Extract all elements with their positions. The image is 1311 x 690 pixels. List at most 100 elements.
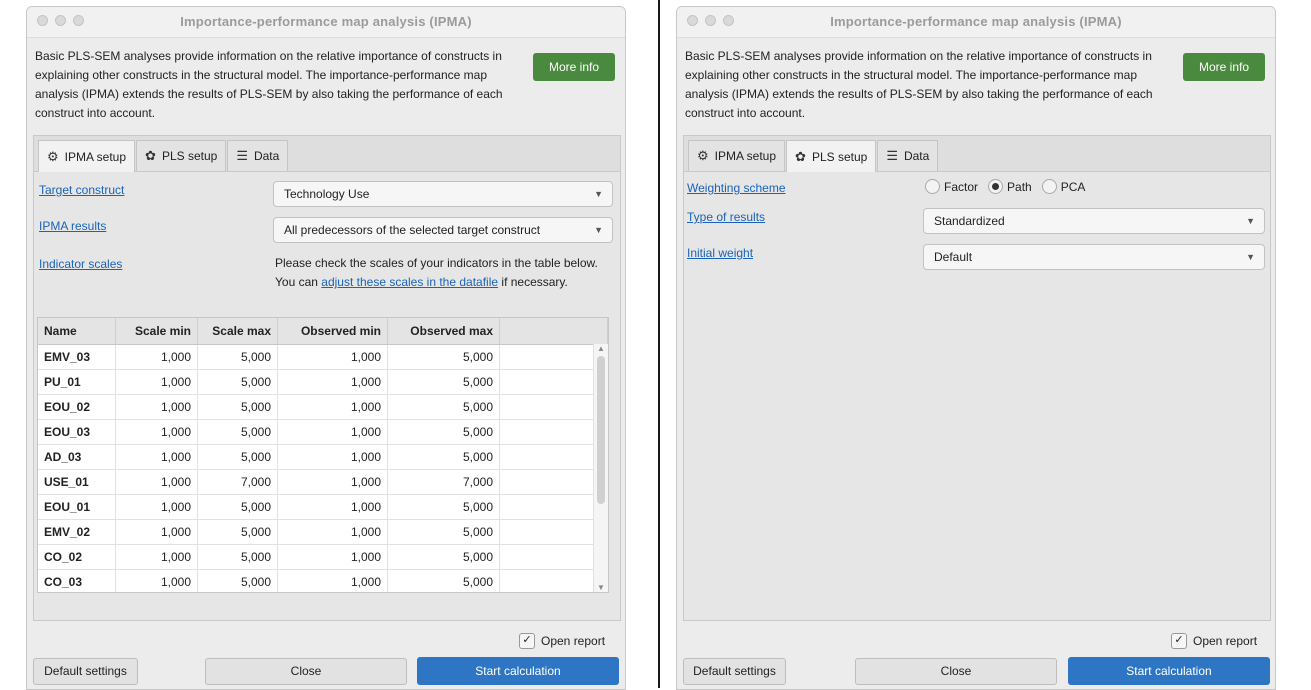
cell-scale-min: 1,000 bbox=[116, 520, 198, 544]
tab-label: IPMA setup bbox=[714, 149, 777, 163]
default-settings-button[interactable]: Default settings bbox=[33, 658, 138, 685]
cell-name: CO_03 bbox=[38, 570, 116, 592]
tab-ipma-setup[interactable]: ⚙ IPMA setup bbox=[38, 140, 136, 172]
cell-scale-min: 1,000 bbox=[116, 495, 198, 519]
start-calculation-button[interactable]: Start calculation bbox=[417, 657, 619, 685]
cell-observed-max: 5,000 bbox=[388, 445, 500, 469]
close-button[interactable]: Close bbox=[205, 658, 407, 685]
tab-label: IPMA setup bbox=[64, 149, 127, 164]
table-row[interactable]: EMV_03 1,000 5,000 1,000 5,000 bbox=[38, 345, 608, 370]
radio-pca[interactable] bbox=[1041, 179, 1057, 194]
cell-scale-max: 5,000 bbox=[198, 545, 278, 569]
column-header-scale-max[interactable]: Scale max bbox=[198, 318, 278, 344]
indicator-scales-link[interactable]: Indicator scales bbox=[39, 257, 122, 271]
target-construct-select[interactable]: Technology Use ▼ bbox=[273, 181, 613, 207]
cell-observed-max: 5,000 bbox=[388, 370, 500, 394]
title-bar: Importance-performance map analysis (IPM… bbox=[27, 7, 625, 38]
gear-icon: ✿ bbox=[145, 148, 156, 163]
ipma-results-select[interactable]: All predecessors of the selected target … bbox=[273, 217, 613, 243]
open-report-checkbox[interactable]: ✓ Open report bbox=[1171, 633, 1257, 649]
open-report-checkbox[interactable]: ✓ Open report bbox=[519, 633, 605, 649]
table-row[interactable]: EOU_01 1,000 5,000 1,000 5,000 bbox=[38, 495, 608, 520]
scales-note-line2: You can adjust these scales in the dataf… bbox=[275, 273, 598, 292]
table-row[interactable]: AD_03 1,000 5,000 1,000 5,000 bbox=[38, 445, 608, 470]
window-title: Importance-performance map analysis (IPM… bbox=[180, 14, 472, 29]
weighting-scheme-link[interactable]: Weighting scheme bbox=[687, 181, 786, 195]
cell-scale-min: 1,000 bbox=[116, 395, 198, 419]
column-header-observed-min[interactable]: Observed min bbox=[278, 318, 388, 344]
chevron-down-icon: ▼ bbox=[594, 225, 603, 235]
radio-factor[interactable] bbox=[925, 179, 940, 194]
type-of-results-link[interactable]: Type of results bbox=[687, 210, 765, 224]
title-bar: Importance-performance map analysis (IPM… bbox=[677, 7, 1275, 38]
cell-empty bbox=[500, 570, 608, 592]
scrollbar-thumb[interactable] bbox=[597, 356, 605, 504]
cell-scale-min: 1,000 bbox=[116, 345, 198, 369]
table-row[interactable]: PU_01 1,000 5,000 1,000 5,000 bbox=[38, 370, 608, 395]
cell-observed-min: 1,000 bbox=[278, 545, 388, 569]
checkmark-icon[interactable]: ✓ bbox=[1171, 633, 1187, 649]
table-row[interactable]: EMV_02 1,000 5,000 1,000 5,000 bbox=[38, 520, 608, 545]
more-info-button[interactable]: More info bbox=[533, 53, 615, 81]
close-button[interactable]: Close bbox=[855, 658, 1057, 685]
table-row[interactable]: EOU_03 1,000 5,000 1,000 5,000 bbox=[38, 420, 608, 445]
initial-weight-select[interactable]: Default ▼ bbox=[923, 244, 1265, 270]
cell-observed-max: 5,000 bbox=[388, 520, 500, 544]
adjust-scales-link[interactable]: adjust these scales in the datafile bbox=[321, 275, 498, 289]
table-row[interactable]: CO_03 1,000 5,000 1,000 5,000 bbox=[38, 570, 608, 592]
start-calculation-button[interactable]: Start calculation bbox=[1068, 657, 1270, 685]
cell-name: CO_02 bbox=[38, 545, 116, 569]
cell-observed-max: 5,000 bbox=[388, 395, 500, 419]
table-row[interactable]: USE_01 1,000 7,000 1,000 7,000 bbox=[38, 470, 608, 495]
tab-pls-setup[interactable]: ✿ PLS setup bbox=[136, 140, 227, 171]
database-icon: ☰ bbox=[886, 148, 898, 163]
note-suffix: if necessary. bbox=[501, 275, 568, 289]
column-header-name[interactable]: Name bbox=[38, 318, 116, 344]
table-row[interactable]: CO_02 1,000 5,000 1,000 5,000 bbox=[38, 545, 608, 570]
column-header-scale-min[interactable]: Scale min bbox=[116, 318, 198, 344]
open-report-label: Open report bbox=[1193, 634, 1258, 648]
cell-observed-min: 1,000 bbox=[278, 395, 388, 419]
window-title: Importance-performance map analysis (IPM… bbox=[830, 14, 1122, 29]
table-row[interactable]: EOU_02 1,000 5,000 1,000 5,000 bbox=[38, 395, 608, 420]
cell-scale-max: 5,000 bbox=[198, 345, 278, 369]
table-header: Name Scale min Scale max Observed min Ob… bbox=[38, 318, 608, 345]
tab-data[interactable]: ☰ Data bbox=[877, 140, 939, 171]
cell-empty bbox=[500, 520, 608, 544]
ipma-results-link[interactable]: IPMA results bbox=[39, 219, 106, 233]
tab-ipma-setup[interactable]: ⚙ IPMA setup bbox=[688, 140, 786, 171]
gears-icon: ⚙ bbox=[47, 148, 59, 164]
cell-observed-min: 1,000 bbox=[278, 420, 388, 444]
cell-empty bbox=[500, 445, 608, 469]
tab-label: Data bbox=[253, 149, 280, 163]
scroll-down-icon[interactable]: ▼ bbox=[597, 583, 605, 592]
select-value: Standardized bbox=[934, 214, 1005, 228]
scales-note: Please check the scales of your indicato… bbox=[275, 254, 598, 292]
chevron-down-icon: ▼ bbox=[594, 189, 603, 199]
table-scrollbar[interactable]: ▲ ▼ bbox=[593, 344, 608, 592]
ipma-window-right: Importance-performance map analysis (IPM… bbox=[676, 6, 1276, 690]
select-value: Default bbox=[934, 250, 973, 264]
cell-scale-max: 5,000 bbox=[198, 520, 278, 544]
type-of-results-select[interactable]: Standardized ▼ bbox=[923, 208, 1265, 234]
cell-scale-min: 1,000 bbox=[116, 445, 198, 469]
initial-weight-link[interactable]: Initial weight bbox=[687, 246, 753, 260]
tab-bar: ⚙ IPMA setup ✿ PLS setup ☰ Data bbox=[34, 136, 620, 172]
indicator-table: Name Scale min Scale max Observed min Ob… bbox=[37, 317, 609, 593]
target-construct-link[interactable]: Target construct bbox=[39, 183, 124, 197]
tab-data[interactable]: ☰ Data bbox=[227, 140, 289, 171]
tab-label: PLS setup bbox=[811, 149, 868, 164]
scroll-up-icon[interactable]: ▲ bbox=[597, 344, 605, 353]
cell-scale-min: 1,000 bbox=[116, 420, 198, 444]
column-header-observed-max[interactable]: Observed max bbox=[388, 318, 500, 344]
radio-label-pca: PCA bbox=[1060, 179, 1086, 194]
checkmark-icon[interactable]: ✓ bbox=[519, 633, 535, 649]
cell-scale-min: 1,000 bbox=[116, 470, 198, 494]
cell-name: AD_03 bbox=[38, 445, 116, 469]
tab-pls-setup[interactable]: ✿ PLS setup bbox=[786, 140, 877, 172]
note-prefix: You can bbox=[275, 275, 318, 289]
radio-path[interactable] bbox=[988, 179, 1004, 194]
more-info-button[interactable]: More info bbox=[1183, 53, 1265, 81]
cell-scale-max: 5,000 bbox=[198, 495, 278, 519]
default-settings-button[interactable]: Default settings bbox=[683, 658, 786, 685]
